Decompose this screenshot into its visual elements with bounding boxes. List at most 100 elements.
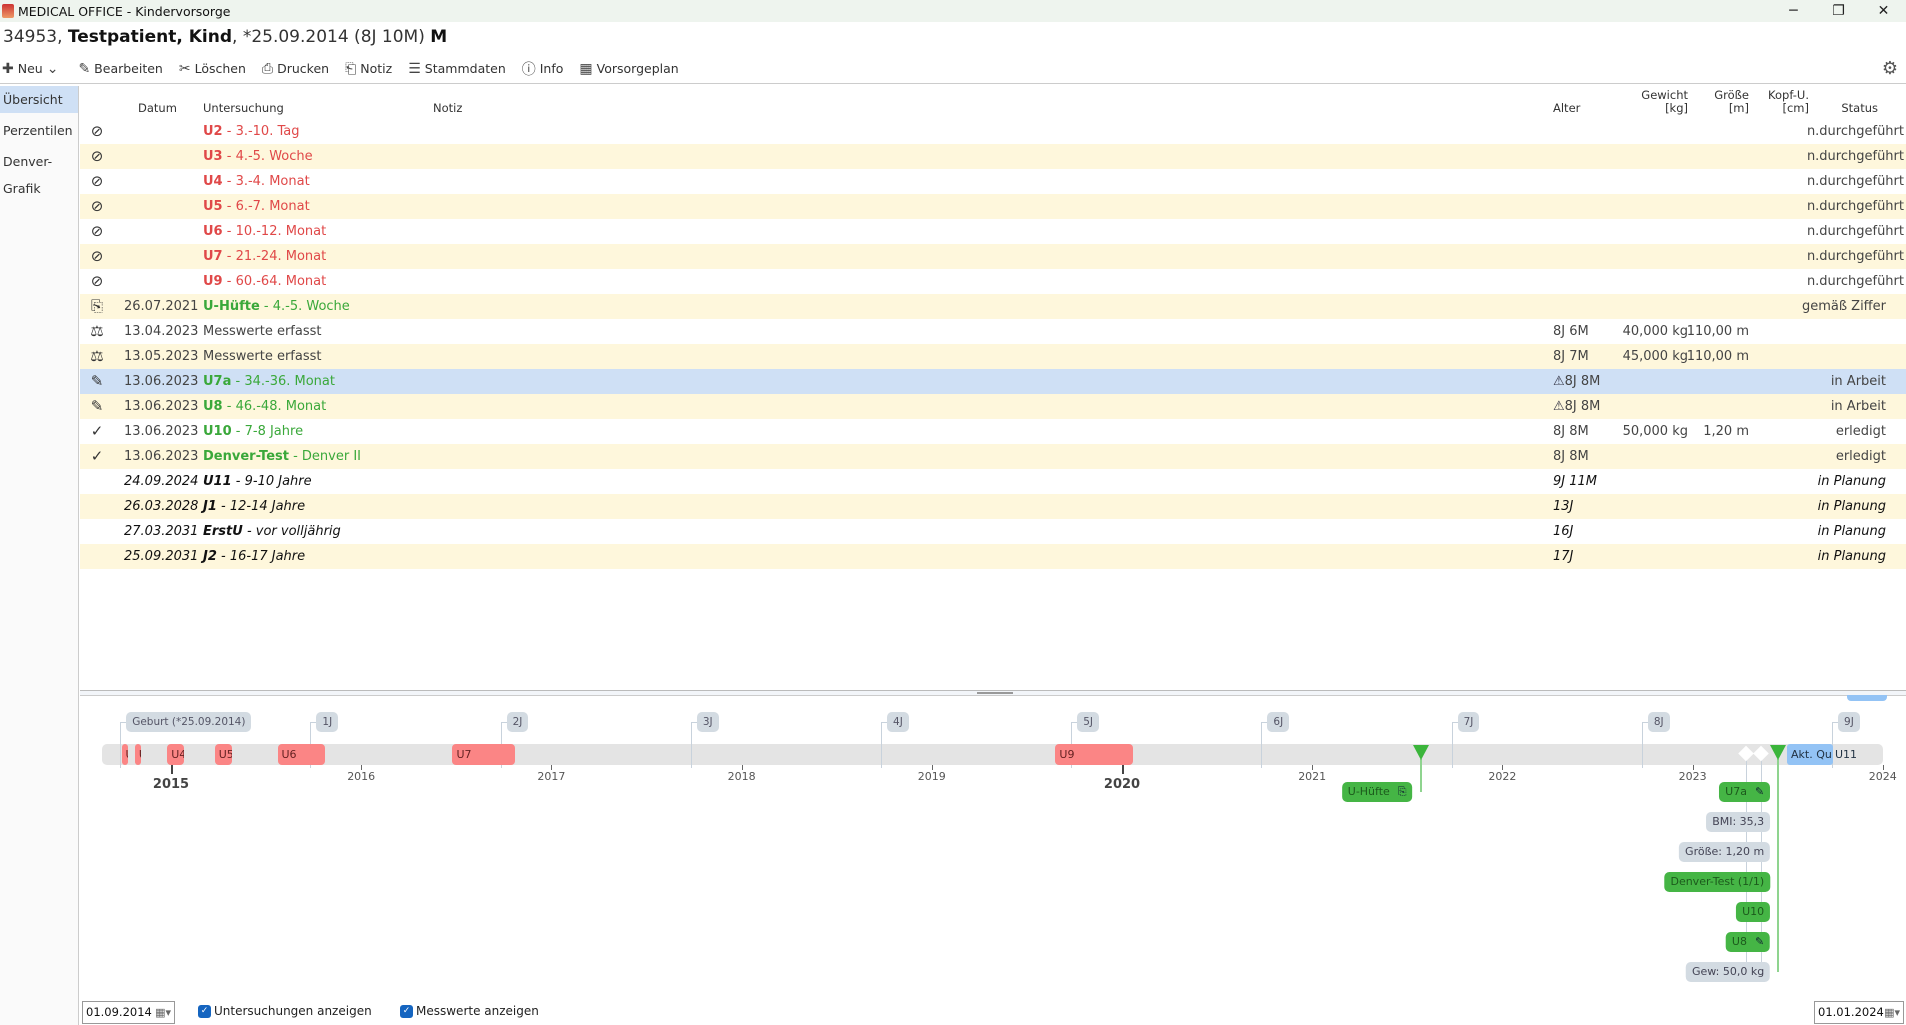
checkbox-checked-icon[interactable]: ✓: [198, 1004, 211, 1018]
col-gewicht[interactable]: Gewicht [kg]: [1641, 89, 1688, 115]
exam-marker-triangle[interactable]: [1412, 745, 1429, 760]
col-gewicht-unit: [kg]: [1665, 101, 1688, 115]
close-button[interactable]: ✕: [1861, 0, 1906, 22]
year-label: 2015: [152, 777, 190, 792]
sidebar-item-denver-grafik[interactable]: Denver-Grafik: [0, 148, 78, 196]
event-chip[interactable]: U8 ✎: [1725, 932, 1771, 952]
row-date: 13.06.2023: [124, 449, 199, 464]
splitter-grip[interactable]: [977, 692, 1013, 694]
table-row[interactable]: ⚖ 13.05.2023 Messwerte erfasst 8J 7M 45,000 …: [80, 344, 1906, 369]
table-row[interactable]: ⊘ U5 - 6.-7. Monat n.durchgeführt: [80, 194, 1906, 219]
event-chip[interactable]: U-Hüfte ⎘: [1341, 782, 1413, 802]
table-row[interactable]: ⊘ U9 - 60.-64. Monat n.durchgeführt: [80, 269, 1906, 294]
table-row[interactable]: ⊘ U2 - 3.-10. Tag n.durchgeführt: [80, 119, 1906, 144]
row-age: ⚠8J 8M: [1553, 394, 1600, 419]
toolbar-button-löschen[interactable]: ✂ Löschen: [177, 61, 246, 77]
edit-icon: ✎: [78, 60, 91, 77]
table-row[interactable]: ⚖ 13.04.2023 Messwerte erfasst 8J 6M 40,000 …: [80, 319, 1906, 344]
col-groesse[interactable]: Größe [m]: [1714, 89, 1749, 115]
toolbar-button-neu[interactable]: ✚ Neu ⌄: [0, 61, 62, 77]
table-row[interactable]: ⊘ U4 - 3.-4. Monat n.durchgeführt: [80, 169, 1906, 194]
col-kopf[interactable]: Kopf-U. [cm]: [1768, 89, 1809, 115]
sidebar-item-perzentilen[interactable]: Perzentilen: [0, 117, 78, 144]
exam-window-u4[interactable]: U4: [167, 744, 185, 765]
next-exam-label[interactable]: U11: [1835, 744, 1857, 765]
row-exam: U7 - 21.-24. Monat: [203, 244, 326, 269]
exam-window-u7[interactable]: U7: [452, 744, 516, 765]
col-kopf-label: Kopf-U.: [1768, 88, 1809, 102]
col-untersuchung[interactable]: Untersuchung: [203, 102, 284, 115]
table-row[interactable]: ⊘ U6 - 10.-12. Monat n.durchgeführt: [80, 219, 1906, 244]
table-row[interactable]: ✎ 13.06.2023 U7a - 34.-36. Monat ⚠8J 8M in A…: [80, 369, 1906, 394]
chevron-down-icon[interactable]: ⌄: [47, 61, 59, 77]
table-row[interactable]: ✎ 13.06.2023 U8 - 46.-48. Monat ⚠8J 8M in Ar…: [80, 394, 1906, 419]
table-row[interactable]: 24.09.2024 U11 - 9-10 Jahre 9J 11M in Planu…: [80, 469, 1906, 494]
row-exam-code: U11: [203, 474, 232, 489]
row-exam-code: ErstU: [203, 524, 243, 539]
to-date-picker[interactable]: 01.01.2024 ▦▾: [1814, 1001, 1904, 1024]
timeline-scroll-indicator[interactable]: [1847, 695, 1887, 701]
patient-birth: , *25.09.2014 (8J 10M): [232, 27, 425, 47]
row-status: n.durchgeführt: [1806, 149, 1904, 164]
table-row[interactable]: ✓ 13.06.2023 Denver-Test - Denver II 8J 8M e…: [80, 444, 1906, 469]
row-date: 27.03.2031: [124, 524, 199, 539]
col-notiz[interactable]: Notiz: [433, 102, 462, 115]
col-alter[interactable]: Alter: [1553, 102, 1580, 115]
scale-icon: ⚖: [90, 347, 104, 365]
exam-window-u5[interactable]: U5: [214, 744, 232, 765]
minimize-button[interactable]: ─: [1771, 0, 1816, 22]
calendar-icon[interactable]: ▦▾: [155, 1002, 171, 1023]
show-exams-checkbox[interactable]: ✓ Untersuchungen anzeigen: [198, 1004, 372, 1018]
exam-marker-triangle[interactable]: [1770, 745, 1787, 760]
toolbar-button-stammdaten[interactable]: ☰ Stammdaten: [406, 61, 506, 77]
col-datum[interactable]: Datum: [138, 102, 177, 115]
row-exam-code: U3: [203, 149, 223, 164]
col-status[interactable]: Status: [1841, 102, 1878, 115]
exam-window-u9[interactable]: U9: [1055, 744, 1134, 765]
table-row[interactable]: ⎘ 26.07.2021 U-Hüfte - 4.-5. Woche gemäß Zi…: [80, 294, 1906, 319]
toolbar-button-vorsorgeplan[interactable]: ▦ Vorsorgeplan: [577, 61, 678, 77]
event-chip[interactable]: Größe: 1,20 m: [1679, 842, 1771, 862]
toolbar-button-notiz[interactable]: ⎗ Notiz: [343, 61, 392, 77]
toolbar-button-drucken[interactable]: ⎙ Drucken: [260, 61, 329, 77]
row-status: n.durchgeführt: [1806, 199, 1904, 214]
table-row[interactable]: ⊘ U7 - 21.-24. Monat n.durchgeführt: [80, 244, 1906, 269]
table-row[interactable]: 27.03.2031 ErstU - vor volljährig 16J in Pl…: [80, 519, 1906, 544]
event-chip[interactable]: BMI: 35,3: [1706, 812, 1771, 832]
sidebar-item-uebersicht[interactable]: Übersicht: [0, 86, 78, 113]
event-chip[interactable]: Denver-Test (1/1): [1664, 872, 1771, 892]
event-chip[interactable]: Gew: 50,0 kg: [1685, 962, 1771, 982]
age-label: 7J: [1457, 712, 1480, 732]
row-date: 24.09.2024: [124, 474, 199, 489]
current-quarter-label[interactable]: Akt. Qu: [1787, 744, 1833, 765]
restore-button[interactable]: ❐: [1816, 0, 1861, 22]
table-row[interactable]: ✓ 13.06.2023 U10 - 7-8 Jahre 8J 8M 50,000 kg…: [80, 419, 1906, 444]
row-exam-desc: - 6.-7. Monat: [222, 199, 310, 214]
table-row[interactable]: 26.03.2028 J1 - 12-14 Jahre 13J in Planung: [80, 494, 1906, 519]
exam-window-u6[interactable]: U6: [277, 744, 326, 765]
toolbar-button-info[interactable]: ⓘ Info: [520, 59, 564, 79]
edit-note-icon: ✎: [90, 397, 104, 415]
row-exam-desc: - vor volljährig: [242, 524, 341, 539]
row-age: 8J 8M: [1553, 419, 1589, 444]
event-chip[interactable]: U10: [1736, 902, 1771, 922]
gear-icon[interactable]: ⚙: [1882, 58, 1898, 79]
show-values-checkbox[interactable]: ✓ Messwerte anzeigen: [400, 1004, 539, 1018]
row-exam-code: U4: [203, 174, 223, 189]
toolbar-button-bearbeiten[interactable]: ✎ Bearbeiten: [76, 61, 162, 77]
exam-window-u3[interactable]: U3: [134, 744, 141, 765]
splitter[interactable]: [80, 690, 1906, 696]
row-status: erledigt: [1835, 424, 1886, 439]
table-row[interactable]: 25.09.2031 J2 - 16-17 Jahre 17J in Planung: [80, 544, 1906, 569]
patient-name: Testpatient, Kind: [67, 27, 233, 47]
patient-sex: M: [430, 27, 448, 47]
row-exam-desc: - 4.-5. Woche: [222, 149, 313, 164]
exam-window-u2[interactable]: U2: [121, 744, 128, 765]
table-row[interactable]: ⊘ U3 - 4.-5. Woche n.durchgeführt: [80, 144, 1906, 169]
calendar-icon[interactable]: ▦▾: [1884, 1002, 1900, 1023]
event-chip[interactable]: U7a ✎: [1719, 782, 1771, 802]
title-bar: MEDICAL OFFICE - Kindervorsorge ─ ❐ ✕: [0, 0, 1906, 22]
checkbox-checked-icon[interactable]: ✓: [400, 1004, 413, 1018]
warning-icon: ⚠: [1553, 374, 1565, 389]
from-date-picker[interactable]: 01.09.2014 ▦▾: [82, 1001, 175, 1024]
